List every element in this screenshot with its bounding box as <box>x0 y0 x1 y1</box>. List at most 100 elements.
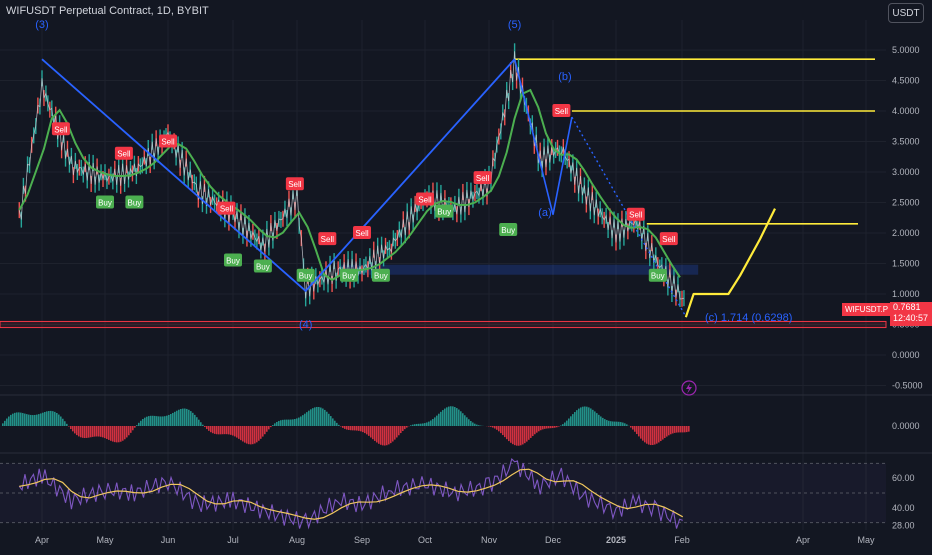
hist-bar <box>222 426 224 434</box>
hist-bar <box>494 426 496 429</box>
hist-bar <box>48 411 50 426</box>
hist-bar <box>100 426 102 437</box>
hist-bar <box>306 412 308 426</box>
hist-bar <box>98 426 100 437</box>
hist-bar <box>208 426 210 431</box>
hist-bar <box>304 414 306 426</box>
hist-bar <box>522 426 524 444</box>
y-tick-label: 3.0000 <box>892 167 920 177</box>
hist-bar <box>332 418 334 426</box>
hist-bar <box>608 421 610 426</box>
signal-label: Sell <box>476 174 490 183</box>
hist-bar <box>462 413 464 426</box>
hist-bar <box>322 409 324 426</box>
sell-signal: Sell <box>660 232 678 245</box>
hist-bar <box>610 421 612 426</box>
hist-bar <box>72 426 74 431</box>
hist-bar <box>312 408 314 426</box>
hist-bar <box>636 426 638 434</box>
signal-label: Sell <box>355 229 369 238</box>
hist-bar <box>468 419 470 426</box>
hist-bar <box>602 418 604 426</box>
hist-bar <box>360 426 362 431</box>
hist-bar <box>164 416 166 426</box>
hist-bar <box>354 426 356 430</box>
hist-bar <box>564 423 566 426</box>
hist-bar <box>594 411 596 426</box>
hist-bar <box>364 426 366 433</box>
hist-bar <box>324 410 326 426</box>
hist-bar <box>582 407 584 426</box>
sell-signal: Sell <box>218 202 236 215</box>
hist-bar <box>116 426 118 442</box>
hist-bar <box>568 419 570 426</box>
hist-bar <box>382 426 384 445</box>
signal-label: Buy <box>651 272 665 281</box>
hist-bar <box>664 426 666 438</box>
signal-label: Sell <box>54 125 68 134</box>
currency-button[interactable]: USDT <box>888 3 924 23</box>
hist-bar <box>668 426 670 435</box>
hist-bar <box>634 426 636 432</box>
hist-bar <box>404 426 406 429</box>
hist-bar <box>144 418 146 426</box>
hist-bar <box>14 413 16 426</box>
hist-bar <box>258 426 260 441</box>
hist-bar <box>652 426 654 445</box>
hist-bar <box>172 413 174 426</box>
hist-bar <box>528 426 530 440</box>
x-tick-label: Jul <box>227 535 239 545</box>
y-tick-label: 2.0000 <box>892 228 920 238</box>
wave-label: (5) <box>508 19 521 31</box>
hist-bar <box>104 426 106 438</box>
hist-bar <box>264 426 266 434</box>
hist-bar <box>88 426 90 438</box>
hist-bar <box>630 426 632 428</box>
hist-bar <box>220 426 222 434</box>
hist-bar <box>294 419 296 426</box>
hist-bar <box>134 426 136 428</box>
signal-label: Sell <box>629 211 643 220</box>
hist-bar <box>84 426 86 438</box>
hist-bar <box>368 426 370 436</box>
buy-signal: Buy <box>96 196 114 209</box>
hist-bar <box>132 426 134 430</box>
hist-bar <box>128 426 130 435</box>
hist-bar <box>350 426 352 430</box>
hist-bar <box>346 426 348 430</box>
hist-bar <box>234 426 236 436</box>
hist-bar <box>448 407 450 426</box>
y-tick-label: -0.5000 <box>892 381 923 391</box>
hist-bar <box>558 426 560 427</box>
hist-bar <box>92 426 94 437</box>
hist-bar <box>530 426 532 438</box>
hist-bar <box>662 426 664 440</box>
chart-canvas[interactable]: (3)(4)(5)(a)(b)(c) 1.714 (0.6298) SellSe… <box>0 0 932 550</box>
hist-bar <box>666 426 668 437</box>
candle-countdown: 12:40:57 <box>893 313 932 324</box>
hist-bar <box>370 426 372 437</box>
hist-bar <box>110 426 112 441</box>
hist-bar <box>410 425 412 426</box>
hist-bar <box>28 415 30 426</box>
sell-signal: Sell <box>552 104 570 117</box>
hist-bar <box>224 426 226 434</box>
wave-label: (4) <box>299 319 312 331</box>
hist-bar <box>572 414 574 426</box>
hist-bar <box>238 426 240 439</box>
current-price: 0.7681 <box>893 302 932 313</box>
hist-bar <box>138 423 140 426</box>
hist-bar <box>600 416 602 426</box>
hist-bar <box>136 425 138 426</box>
hist-bar <box>62 419 64 426</box>
hist-bar <box>478 425 480 426</box>
x-tick-label: Nov <box>481 535 498 545</box>
buy-signal: Buy <box>435 205 453 218</box>
hist-bar <box>680 426 682 432</box>
hist-bar <box>254 426 256 443</box>
x-tick-label: May <box>96 535 114 545</box>
hist-bar <box>584 406 586 426</box>
sell-signal: Sell <box>474 171 492 184</box>
hist-bar <box>574 412 576 426</box>
hist-bar <box>550 426 552 428</box>
